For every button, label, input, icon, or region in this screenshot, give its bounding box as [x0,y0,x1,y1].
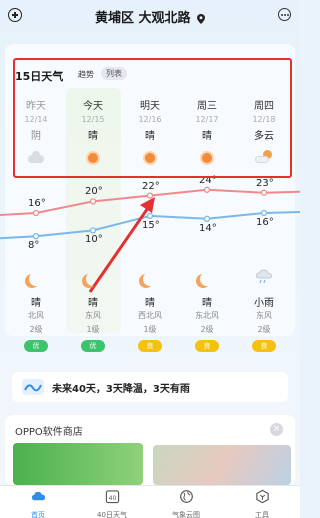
moon-icon [143,272,157,286]
forecast-40day-banner[interactable]: 未来40天，3天降温，3天有雨 [12,372,288,402]
night-condition: 晴 [88,298,98,309]
moon-icon [29,272,43,286]
svg-text:40: 40 [108,495,116,502]
night-condition: 晴 [31,298,41,309]
close-icon[interactable]: × [270,423,283,436]
rain-icon [255,269,273,284]
wind-level: 2级 [29,325,43,334]
wind-level: 1级 [143,325,157,334]
aqi-badge: 优 [24,340,48,352]
nav-cloud-map[interactable]: 气象云图 [156,489,216,518]
night-condition: 晴 [145,298,155,309]
store-banner-image[interactable] [13,443,143,485]
moon-icon [86,272,100,286]
weather-app: 黄埔区 大观北路 15日天气 趋势 列表 昨天 12/14 阴今天 12/15 晴明天 1… [0,0,300,518]
wind-direction: 东风 [85,311,101,320]
nav-label-home: 首页 [31,511,45,518]
nav-label-40day: 40日天气 [97,511,127,518]
moon-icon [200,272,214,286]
aqi-badge: 优 [81,340,105,352]
aqi-badge: 良 [252,340,276,352]
wind-direction: 东风 [256,311,272,320]
wind-direction: 西北风 [138,311,162,320]
night-condition: 小雨 [254,298,274,309]
wind-level: 1级 [86,325,100,334]
aqi-badge: 良 [195,340,219,352]
night-condition: 晴 [202,298,212,309]
nav-home[interactable]: 首页 [8,489,68,518]
wind-level: 2级 [257,325,271,334]
nav-label-cloud-map: 气象云图 [172,511,200,518]
trend-wave-icon [22,379,44,395]
nav-label-tools: 工具 [255,511,269,518]
calendar-40-icon: 40 [105,490,119,504]
wind-direction: 东北风 [195,311,219,320]
nav-40day[interactable]: 40 40日天气 [82,489,142,518]
nav-tools[interactable]: 工具 [232,489,292,518]
home-cloud-icon [31,491,45,501]
aqi-badge: 良 [138,340,162,352]
bottom-nav: 首页 40 40日天气 气象云图 工具 [0,485,300,518]
banner-text: 未来40天，3天降温，3天有雨 [52,384,190,395]
globe-icon [179,490,193,503]
store-ad-card[interactable]: OPPO软件商店 × [5,415,295,485]
store-title: OPPO软件商店 [15,427,83,438]
wind-level: 2级 [200,325,214,334]
store-photo-image[interactable] [153,445,291,485]
tools-icon [255,489,269,504]
wind-direction: 北风 [28,311,44,320]
